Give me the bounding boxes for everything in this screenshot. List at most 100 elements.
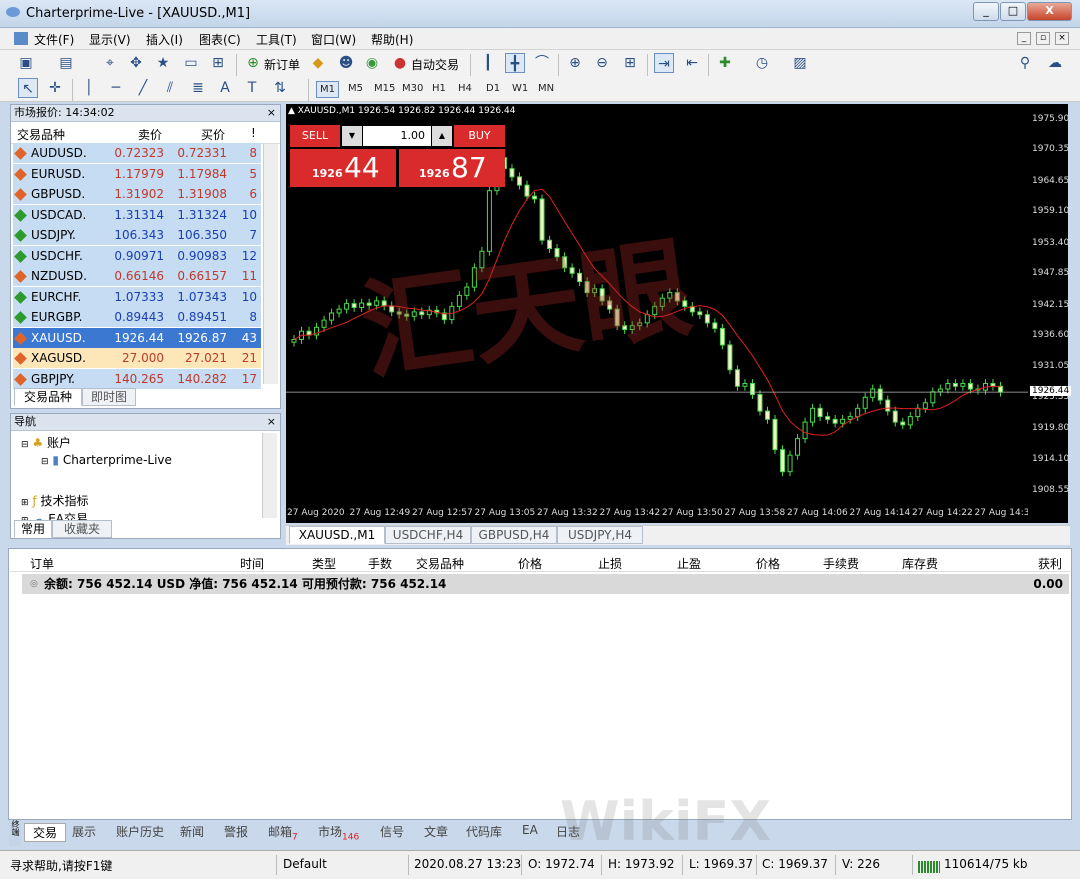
chart-shift-icon[interactable]: ⇥ (654, 53, 674, 73)
close-button[interactable]: X (1027, 2, 1072, 21)
market-watch-row[interactable]: USDCHF. 0.90971 0.90983 12 (13, 245, 261, 266)
timeframe-m15[interactable]: M15 (372, 81, 397, 96)
channel-icon[interactable]: ⫽ (160, 78, 180, 98)
horizontal-line-icon[interactable]: ─ (106, 78, 126, 98)
zoom-out-icon[interactable]: ⊖ (592, 53, 612, 73)
chart-tab-usdchf[interactable]: USDCHF,H4 (385, 526, 471, 544)
terminal-icon[interactable]: ▭ (181, 53, 201, 73)
menu-help[interactable]: 帮助(H) (371, 31, 413, 48)
status-profile[interactable]: Default (283, 857, 327, 871)
col-symbol[interactable]: 交易品种 (17, 126, 65, 143)
tab-favorites[interactable]: 收藏夹 (52, 520, 112, 538)
collapse-icon[interactable]: ▲ (288, 106, 295, 116)
expand-icon[interactable]: ⊟ (41, 457, 49, 467)
indicators-icon[interactable]: ✚ (715, 53, 735, 73)
trendline-icon[interactable]: ╱ (133, 78, 153, 98)
menu-insert[interactable]: 插入(I) (146, 31, 183, 48)
col-symbol[interactable]: 交易品种 (416, 555, 464, 572)
auto-trading-button[interactable]: 自动交易 (411, 56, 459, 73)
chart-tab-xauusd[interactable]: XAUUSD.,M1 (289, 526, 385, 544)
new-order-icon[interactable]: ⊕ (243, 53, 263, 73)
timeframe-w1[interactable]: W1 (510, 81, 530, 96)
buy-price-box[interactable]: 1926 87 (399, 149, 505, 187)
terminal-tab[interactable]: 文章 (424, 823, 448, 840)
col-bid[interactable]: 卖价 (138, 126, 162, 143)
crosshair-icon[interactable]: ✛ (45, 78, 65, 98)
menu-charts[interactable]: 图表(C) (199, 31, 241, 48)
timeframe-m5[interactable]: M5 (346, 81, 365, 96)
minimize-button[interactable]: _ (973, 2, 999, 21)
navigator-scrollbar[interactable] (262, 433, 277, 518)
mdi-minimize-icon[interactable]: _ (1017, 32, 1031, 45)
timeframe-d1[interactable]: D1 (484, 81, 502, 96)
market-watch-row[interactable]: EURGBP. 0.89443 0.89451 8 (13, 307, 261, 327)
sell-button[interactable]: SELL (290, 125, 340, 147)
text-icon[interactable]: A (215, 78, 235, 98)
timeframe-m1[interactable]: M1 (316, 81, 339, 98)
templates-icon[interactable]: ▨ (790, 53, 810, 73)
terminal-tab[interactable]: 警报 (224, 823, 248, 840)
market-watch-row[interactable]: NZDUSD. 0.66146 0.66157 11 (13, 266, 261, 286)
navigator-icon[interactable]: ✥ (126, 53, 146, 73)
market-watch-row[interactable]: EURUSD. 1.17979 1.17984 5 (13, 163, 261, 184)
expand-icon[interactable]: ⊞ (21, 498, 29, 508)
arrows-icon[interactable]: ⇅ (270, 78, 290, 98)
close-icon[interactable]: × (267, 414, 276, 430)
col-ask[interactable]: 买价 (201, 126, 225, 143)
chart-tab-usdjpy[interactable]: USDJPY,H4 (557, 526, 643, 544)
terminal-tab[interactable]: 新闻 (180, 823, 204, 840)
col-time[interactable]: 时间 (240, 555, 264, 572)
periods-icon[interactable]: ◷ (752, 53, 772, 73)
col-current-price[interactable]: 价格 (756, 555, 780, 572)
terminal-tab[interactable]: EA (522, 823, 538, 837)
terminal-tab[interactable]: 交易 (24, 823, 67, 842)
text-label-icon[interactable]: T (242, 78, 262, 98)
terminal-tab[interactable]: 账户历史 (116, 823, 164, 840)
community-icon[interactable]: ☻ (336, 53, 356, 73)
metaeditor-icon[interactable]: ◆ (308, 53, 328, 73)
tree-item-accounts[interactable]: ⊟ ♣ 账户 (21, 434, 71, 451)
lot-increase[interactable]: ▲ (432, 126, 452, 146)
expand-icon[interactable]: ⊟ (21, 440, 29, 450)
timeframe-h4[interactable]: H4 (456, 81, 474, 96)
connection-icon[interactable] (918, 861, 940, 873)
terminal-tab[interactable]: 邮箱7 (268, 823, 298, 842)
buy-button[interactable]: BUY (454, 125, 505, 147)
terminal-tab[interactable]: 市场146 (318, 823, 359, 842)
data-window-icon[interactable]: ★ (153, 53, 173, 73)
col-profit[interactable]: 获利 (1038, 555, 1062, 572)
line-chart-icon[interactable]: ⌒ (532, 53, 552, 73)
terminal-tab[interactable]: 展示 (72, 823, 96, 840)
timeframe-mn[interactable]: MN (536, 81, 556, 96)
col-order[interactable]: 订单 (30, 555, 54, 572)
autoscroll-icon[interactable]: ⇤ (682, 53, 702, 73)
market-watch-row[interactable]: GBPUSD. 1.31902 1.31908 6 (13, 184, 261, 204)
col-swap[interactable]: 库存费 (902, 555, 938, 572)
col-price[interactable]: 价格 (518, 555, 542, 572)
maximize-button[interactable]: □ (1000, 2, 1026, 21)
tree-item-server[interactable]: ⊟ ▮ Charterprime-Live (41, 453, 172, 467)
menu-window[interactable]: 窗口(W) (311, 31, 356, 48)
tree-item-indicators[interactable]: ⊞ ƒ 技术指标 (21, 492, 88, 509)
new-order-button[interactable]: 新订单 (264, 56, 300, 73)
col-spread[interactable]: ! (251, 126, 256, 140)
tab-common[interactable]: 常用 (14, 520, 52, 538)
col-tp[interactable]: 止盈 (677, 555, 701, 572)
mdi-close-icon[interactable]: × (1055, 32, 1069, 45)
market-watch-icon[interactable]: ⌖ (100, 53, 120, 73)
tab-symbols[interactable]: 交易品种 (14, 388, 82, 406)
signals-icon[interactable]: ◉ (362, 53, 382, 73)
col-type[interactable]: 类型 (312, 555, 336, 572)
sell-price-box[interactable]: 1926 44 (290, 149, 396, 187)
tab-tick-chart[interactable]: 即时图 (82, 388, 136, 406)
candlestick-icon[interactable]: ╋ (505, 53, 525, 73)
market-watch-row[interactable]: USDCAD. 1.31314 1.31324 10 (13, 204, 261, 225)
chart-tab-gbpusd[interactable]: GBPUSD,H4 (471, 526, 557, 544)
market-watch-scrollbar[interactable] (263, 144, 278, 384)
market-watch-row[interactable]: AUDUSD. 0.72323 0.72331 8 (13, 143, 261, 163)
market-watch-row[interactable]: USDJPY. 106.343 106.350 7 (13, 225, 261, 245)
market-watch-row[interactable]: EURCHF. 1.07333 1.07343 10 (13, 286, 261, 307)
market-watch-row[interactable]: XAGUSD. 27.000 27.021 21 (13, 348, 261, 368)
status-traffic[interactable]: 110614/75 kb (944, 857, 1028, 871)
col-sl[interactable]: 止损 (598, 555, 622, 572)
